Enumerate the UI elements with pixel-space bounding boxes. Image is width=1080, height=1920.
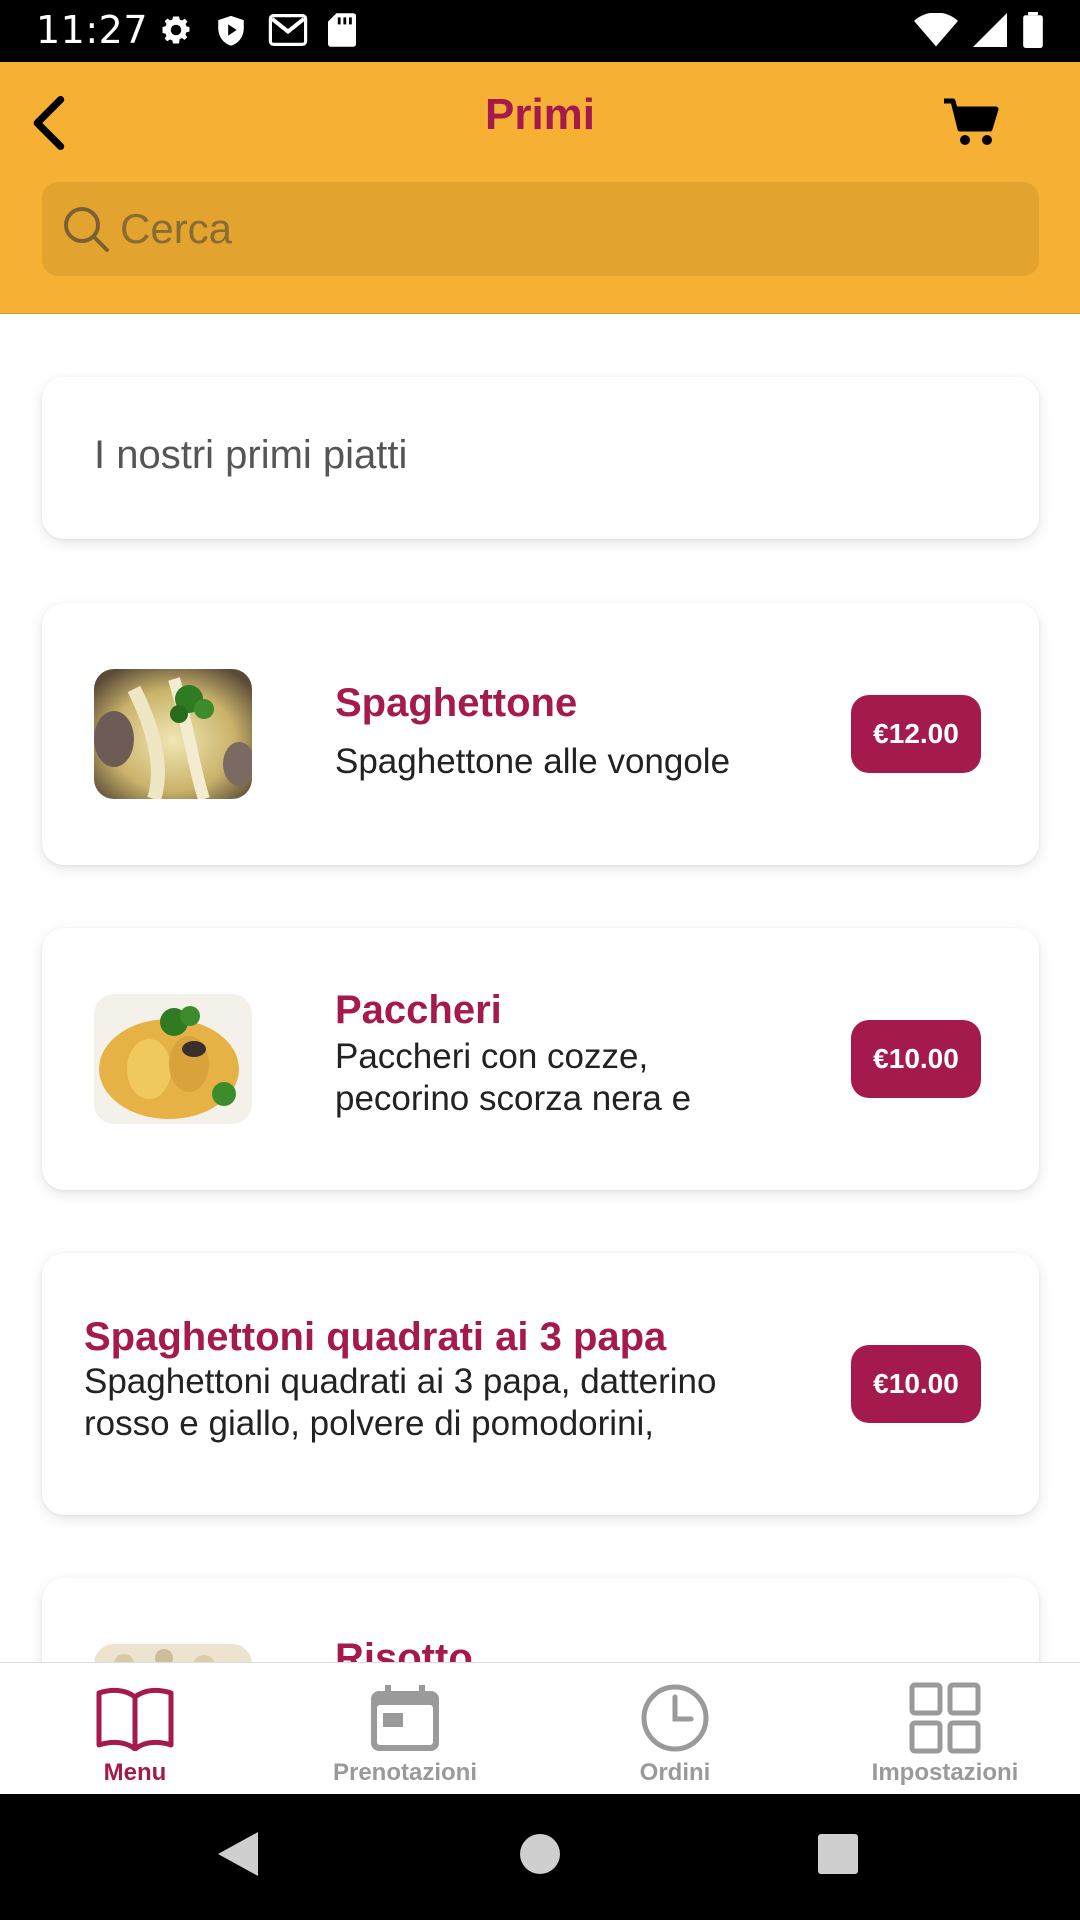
wifi-icon	[914, 13, 958, 47]
dish-title: Risotto	[335, 1636, 473, 1662]
system-back-button[interactable]	[208, 1824, 268, 1884]
nav-menu-label: Menu	[103, 1759, 167, 1786]
menu-item-card[interactable]: Paccheri Paccheri con cozze, pecorino sc…	[42, 928, 1039, 1190]
dish-description: Spaghettone alle vongole	[335, 742, 731, 781]
nav-prenotazioni-label: Prenotazioni	[332, 1759, 477, 1786]
battery-icon	[1023, 12, 1043, 48]
search-bar[interactable]	[42, 182, 1039, 276]
dish-image	[94, 669, 252, 799]
status-notification-icons	[158, 12, 356, 48]
status-time: 11:27	[36, 8, 149, 52]
nav-prenotazioni[interactable]: Prenotazioni	[270, 1663, 540, 1795]
category-description: I nostri primi piatti	[94, 433, 408, 477]
dish-description: Paccheri con cozze, pecorino scorza nera…	[335, 1037, 692, 1118]
menu-item-card[interactable]: Spaghettoni quadrati ai 3 papa Spaghetto…	[42, 1253, 1039, 1515]
menu-item-card[interactable]: Spaghettone Spaghettone alle vongole €12…	[42, 603, 1039, 865]
price-button[interactable]: €10.00	[851, 1345, 981, 1423]
dish-image	[94, 994, 252, 1124]
cart-button[interactable]	[938, 92, 1004, 152]
category-description-card: I nostri primi piatti	[42, 377, 1039, 539]
shield-play-icon	[218, 15, 244, 46]
menu-content[interactable]: I nostri primi piatti Spaghettone Spaghe…	[0, 315, 1080, 1662]
gmail-icon	[268, 14, 308, 46]
nav-menu[interactable]: Menu	[0, 1663, 270, 1795]
menu-item-card[interactable]: Risotto	[42, 1578, 1039, 1662]
bottom-navigation: Menu Prenotazioni Ordini Impostazioni	[0, 1662, 1080, 1794]
page-title: Primi	[484, 90, 596, 139]
calendar-icon	[365, 1681, 445, 1755]
price-button[interactable]: €12.00	[851, 695, 981, 773]
cart-icon	[944, 98, 999, 145]
sd-card-icon	[328, 13, 356, 47]
nav-ordini-label: Ordini	[639, 1759, 711, 1786]
price-button[interactable]: €10.00	[851, 1020, 981, 1098]
system-recents-button[interactable]	[808, 1824, 868, 1884]
nav-impostazioni-label: Impostazioni	[871, 1759, 1019, 1786]
dish-title: Spaghettoni quadrati ai 3 papa	[84, 1315, 667, 1359]
triangle-back-icon	[218, 1832, 258, 1876]
system-home-button[interactable]	[510, 1824, 570, 1884]
nav-ordini[interactable]: Ordini	[540, 1663, 810, 1795]
signal-icon	[973, 13, 1007, 47]
settings-icon	[162, 16, 190, 44]
dish-image	[94, 1644, 252, 1662]
clock-icon	[635, 1681, 715, 1755]
grid-icon	[905, 1681, 985, 1755]
book-open-icon	[95, 1681, 175, 1755]
nav-impostazioni[interactable]: Impostazioni	[810, 1663, 1080, 1795]
circle-home-icon	[520, 1834, 560, 1874]
app-header: Primi	[0, 62, 1080, 314]
square-recents-icon	[818, 1834, 858, 1874]
dish-title: Paccheri	[335, 988, 502, 1032]
dish-description: Spaghettoni quadrati ai 3 papa, datterin…	[84, 1362, 717, 1443]
status-system-icons	[914, 12, 1044, 48]
system-navigation-bar	[0, 1794, 1080, 1920]
search-icon	[60, 203, 112, 255]
status-bar: 11:27	[0, 0, 1080, 62]
dish-title: Spaghettone	[335, 681, 578, 725]
search-input[interactable]	[120, 205, 1000, 253]
